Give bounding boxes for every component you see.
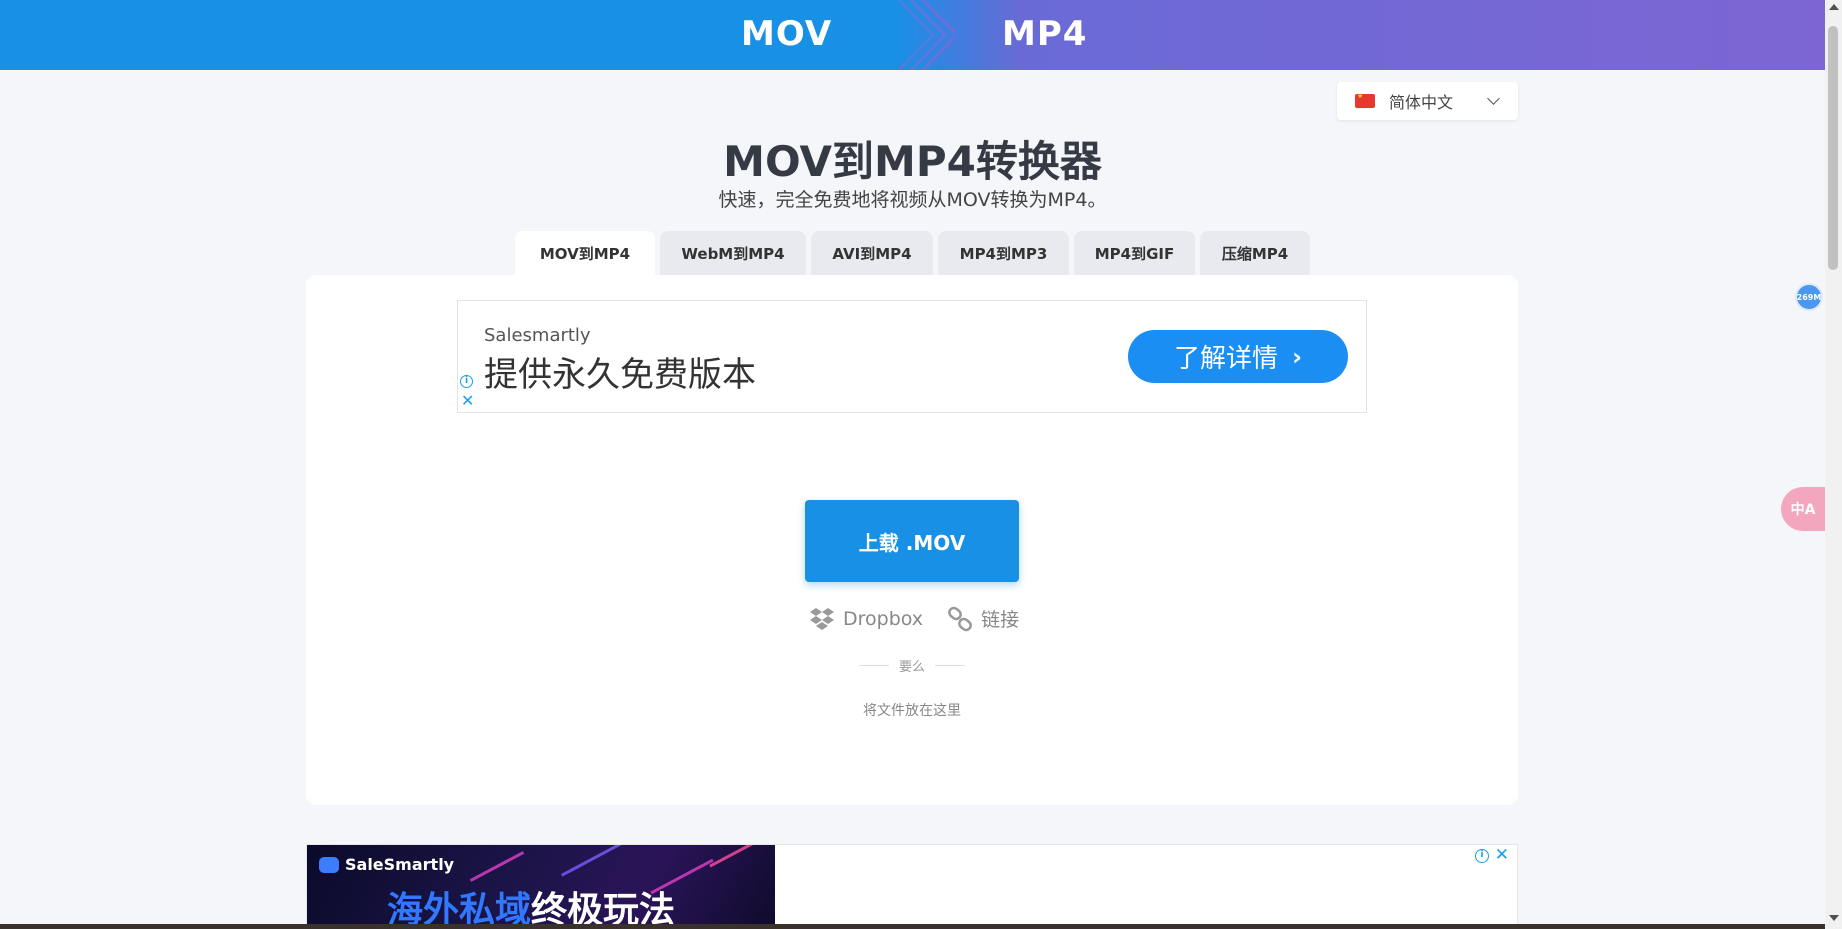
ad2-brand: SaleSmartly bbox=[319, 855, 454, 874]
link-label: 链接 bbox=[981, 609, 1020, 631]
ad-cta-label: 了解详情 bbox=[1174, 344, 1279, 374]
ad-image[interactable]: SaleSmartly 海外私域终极玩法 bbox=[307, 845, 775, 929]
dropbox-button[interactable]: Dropbox bbox=[809, 607, 923, 631]
tab-mov-to-mp4[interactable]: MOV到MP4 bbox=[515, 231, 655, 275]
ad-brand: Salesmartly bbox=[484, 325, 591, 346]
tab-avi-to-mp4[interactable]: AVI到MP4 bbox=[811, 231, 933, 275]
ad2-info-icon[interactable]: i bbox=[1475, 849, 1489, 863]
tab-mp4-to-gif[interactable]: MP4到GIF bbox=[1074, 231, 1195, 275]
ad2-close-icon[interactable]: ✕ bbox=[1495, 847, 1509, 864]
memory-badge[interactable]: 269M bbox=[1795, 283, 1823, 311]
china-flag-icon bbox=[1355, 92, 1375, 108]
ad-banner[interactable]: Salesmartly 提供永久免费版本 了解详情 › i ✕ bbox=[457, 300, 1367, 413]
scroll-down-icon[interactable] bbox=[1829, 915, 1839, 921]
chevron-decoration-icon bbox=[897, 0, 955, 70]
page-scrollbar[interactable] bbox=[1825, 0, 1842, 929]
dropbox-label: Dropbox bbox=[843, 607, 924, 630]
page-title: MOV到MP4转换器 bbox=[723, 137, 1102, 186]
chevron-right-icon: › bbox=[1292, 342, 1302, 371]
ad2-headline: 海外私域终极玩法 bbox=[387, 890, 676, 929]
banner-from-format: MOV bbox=[741, 14, 833, 54]
tab-mp4-to-mp3[interactable]: MP4到MP3 bbox=[938, 231, 1069, 275]
ad-close-icon[interactable]: ✕ bbox=[461, 393, 474, 409]
banner-to-format: MP4 bbox=[1002, 14, 1088, 54]
taskbar-edge bbox=[0, 924, 1825, 929]
upload-button[interactable]: 上载 .MOV bbox=[805, 500, 1019, 582]
salesmartly-logo-icon bbox=[319, 856, 339, 873]
upload-sources: Dropbox 链接 bbox=[809, 605, 1043, 632]
header-banner: MOV MP4 bbox=[0, 0, 1825, 70]
bottom-ad-banner[interactable]: SaleSmartly 海外私域终极玩法 i ✕ bbox=[306, 844, 1518, 929]
tab-webm-to-mp4[interactable]: WebM到MP4 bbox=[660, 231, 806, 275]
drop-zone-text: 将文件放在这里 bbox=[863, 703, 961, 719]
translate-button[interactable]: 中A bbox=[1781, 487, 1825, 531]
ad-headline: 提供永久免费版本 bbox=[484, 355, 756, 395]
link-icon bbox=[948, 606, 972, 631]
language-select[interactable]: 简体中文 bbox=[1337, 82, 1518, 120]
tab-compress-mp4[interactable]: 压缩MP4 bbox=[1200, 231, 1310, 275]
scroll-up-icon[interactable] bbox=[1829, 4, 1839, 10]
ad-info-icon[interactable]: i bbox=[460, 375, 473, 388]
scrollbar-thumb[interactable] bbox=[1828, 26, 1838, 270]
converter-tabs: MOV到MP4 WebM到MP4 AVI到MP4 MP4到MP3 MP4到GIF… bbox=[515, 231, 1315, 275]
or-text: 要么 bbox=[899, 660, 926, 675]
language-select-value: 简体中文 bbox=[1389, 93, 1454, 112]
converter-card: Salesmartly 提供永久免费版本 了解详情 › i ✕ 上载 .MOV … bbox=[306, 275, 1518, 805]
or-divider: 要么 bbox=[859, 656, 966, 675]
link-button[interactable]: 链接 bbox=[947, 605, 1019, 632]
ad-learn-more-button[interactable]: 了解详情 › bbox=[1128, 330, 1348, 383]
page-subtitle: 快速，完全免费地将视频从MOV转换为MP4。 bbox=[718, 189, 1107, 211]
chevron-down-icon bbox=[1487, 92, 1500, 105]
dropbox-icon bbox=[810, 607, 834, 630]
